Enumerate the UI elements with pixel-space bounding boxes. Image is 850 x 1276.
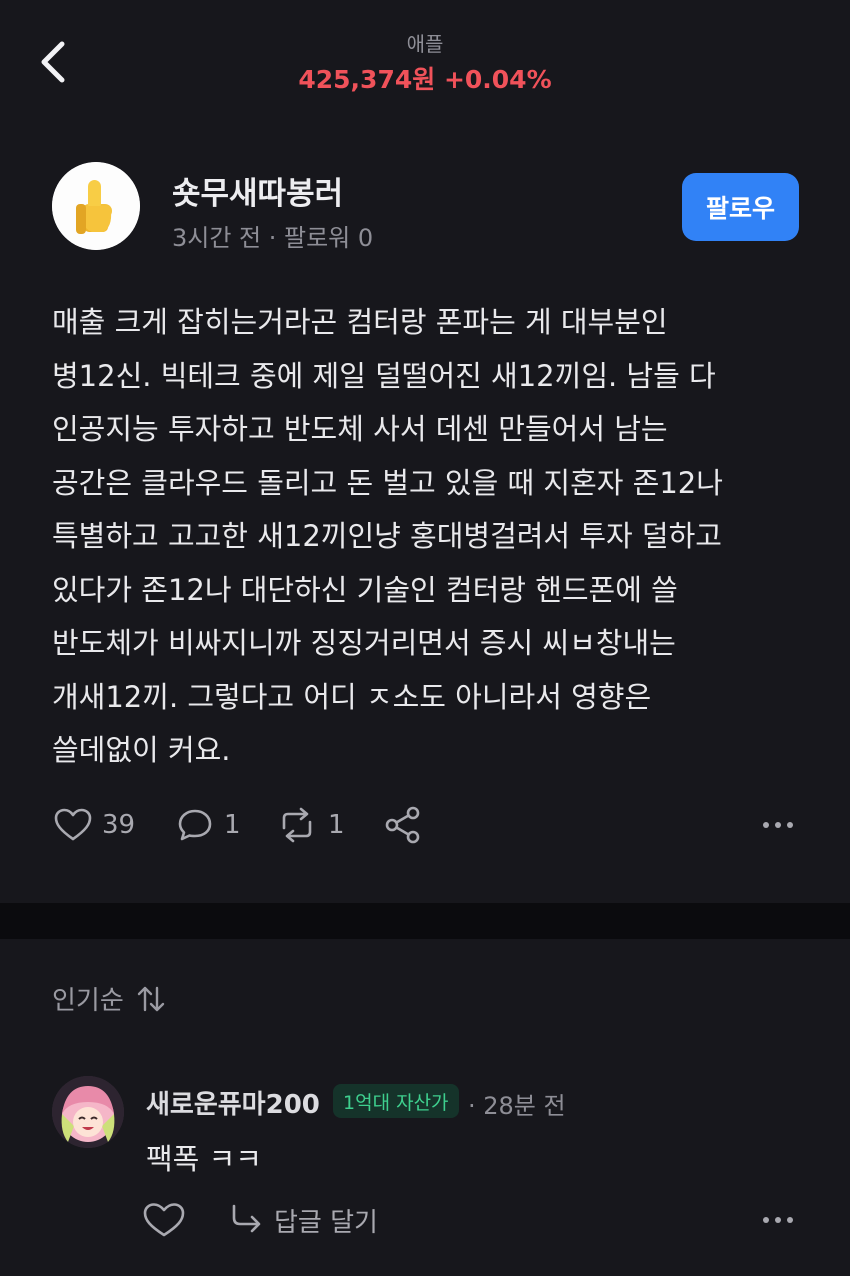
post-detail-page: 애플 425,374원 +0.04% 숏무새따봉러 3시간 전 · 팔로워 0 … <box>0 0 850 1276</box>
post-line: 반도체가 비싸지니까 징징거리면서 증시 씨ㅂ창내는 <box>52 626 676 660</box>
heart-icon <box>54 808 92 841</box>
more-options-button[interactable] <box>758 800 798 850</box>
stock-name: 애플 <box>406 32 444 56</box>
sort-toggle[interactable]: 인기순 <box>52 980 168 1017</box>
post-line: 공간은 클라우드 돌리고 돈 벌고 있을 때 지혼자 존12나 <box>52 465 723 500</box>
post-line: 인공지능 투자하고 반도체 사서 데센 만들어서 남는 <box>52 412 668 446</box>
sort-arrows-icon <box>137 986 164 1011</box>
repost-button[interactable]: 1 <box>274 800 345 850</box>
post-body: 매출 크게 잡히는거라곤 컴터랑 폰파는 게 대부분인 병12신. 빅테크 중에… <box>52 296 812 778</box>
comment-more-button[interactable] <box>758 1195 798 1245</box>
post-line: 쓸데없이 커요. <box>52 733 231 767</box>
post-line: 개새12끼. 그렇다고 어디 ㅈ소도 아니라서 영향은 <box>52 679 652 714</box>
more-horizontal-icon <box>763 1217 793 1223</box>
comment-bubble-icon <box>178 809 212 841</box>
comment-count: 1 <box>224 810 241 840</box>
comment-time: · 28분 전 <box>468 1092 566 1120</box>
sort-label: 인기순 <box>52 986 124 1016</box>
commenter-avatar[interactable] <box>52 1076 124 1148</box>
asset-badge: 1억대 자산가 <box>333 1084 459 1118</box>
heart-icon <box>143 1203 185 1237</box>
author-name[interactable]: 숏무새따봉러 <box>172 168 343 213</box>
section-divider <box>0 903 850 939</box>
share-button[interactable] <box>382 800 424 850</box>
header: 애플 425,374원 +0.04% <box>0 0 850 110</box>
like-button[interactable]: 39 <box>52 800 135 850</box>
author-meta: 3시간 전 · 팔로워 0 <box>172 224 374 252</box>
more-horizontal-icon <box>763 822 793 828</box>
commenter-name[interactable]: 새로운퓨마200 <box>146 1084 320 1121</box>
like-count: 39 <box>102 810 136 840</box>
author-avatar[interactable] <box>52 162 140 250</box>
reply-arrow-icon <box>232 1204 261 1233</box>
reply-label: 답글 달기 <box>274 1207 378 1238</box>
comment-action-bar: 답글 달기 <box>140 1195 812 1245</box>
comment-text: 팩폭 ㅋㅋ <box>146 1142 262 1176</box>
post-line: 병12신. 빅테크 중에 제일 덜떨어진 새12끼임. 남들 다 <box>52 358 716 393</box>
post-line: 있다가 존12나 대단하신 기술인 컴터랑 핸드폰에 쓸 <box>52 572 678 607</box>
post-action-bar: 39 1 1 <box>52 800 812 850</box>
reply-button[interactable]: 답글 달기 <box>228 1195 378 1245</box>
anime-character-avatar-icon <box>52 1076 124 1148</box>
thumbs-up-icon <box>52 162 140 250</box>
repost-count: 1 <box>328 810 345 840</box>
repost-icon <box>282 807 312 843</box>
post-line: 특별하고 고고한 새12끼인냥 홍대병걸려서 투자 덜하고 <box>52 519 722 553</box>
comment-button[interactable]: 1 <box>174 800 241 850</box>
comment-like-button[interactable] <box>140 1195 188 1245</box>
follow-button[interactable]: 팔로우 <box>682 173 799 241</box>
share-icon <box>385 806 420 844</box>
stock-price: 425,374원 +0.04% <box>298 65 552 94</box>
post-line: 매출 크게 잡히는거라곤 컴터랑 폰파는 게 대부분인 <box>52 305 668 339</box>
